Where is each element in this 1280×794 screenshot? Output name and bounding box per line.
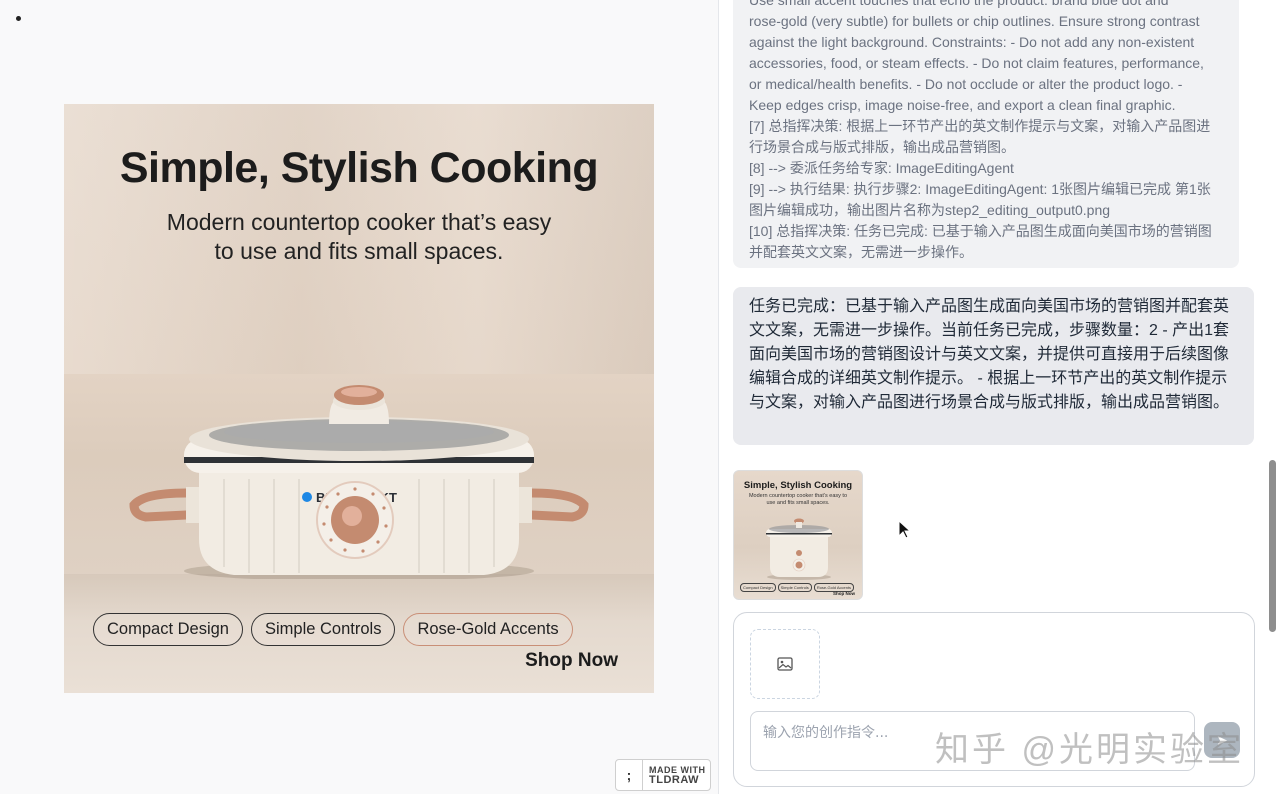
log-line: rose-gold (very subtle) for bullets or c… (749, 13, 1200, 29)
canvas-area[interactable]: Simple, Stylish Cooking Modern counterto… (0, 0, 718, 794)
log-line: [10] 总指挥决策: 任务已完成: 已基于输入产品图生成面向美国市场的营销图 (749, 223, 1212, 239)
result-image-thumbnail[interactable]: Simple, Stylish Cooking Modern counterto… (733, 470, 863, 600)
chat-scrollbar[interactable] (1269, 460, 1276, 632)
thumbnail-title: Simple, Stylish Cooking (743, 480, 853, 491)
log-line: Keep edges crisp, image noise-free, and … (749, 97, 1176, 113)
log-line: [7] 总指挥决策: 根据上一环节产出的英文制作提示与文案，对输入产品图进 (749, 118, 1211, 134)
thumbnail-chip: Compact Design (740, 583, 776, 592)
agent-log-bubble: Use small accent touches that echo the p… (733, 0, 1239, 268)
thumbnail-cooker-icon (766, 518, 832, 580)
image-icon (777, 657, 793, 671)
thumbnail-cta: Shop Now (833, 591, 855, 596)
assistant-message-bubble: 任务已完成：已基于输入产品图生成面向美国市场的营销图并配套英文文案，无需进一步操… (733, 287, 1254, 445)
thumbnail-chip: Simple Controls (777, 583, 812, 592)
poster-subtitle-line2: to use and fits small spaces. (214, 238, 504, 264)
made-with-tldraw-badge[interactable]: ; MADE WITH TLDRAW (615, 759, 711, 791)
log-line: accessories, food, or steam effects. - D… (749, 55, 1204, 71)
chip-compact-design: Compact Design (93, 613, 243, 646)
watermark-text: 知乎 @光明实验室 (935, 731, 1244, 769)
marketing-poster-image[interactable]: Simple, Stylish Cooking Modern counterto… (64, 104, 654, 693)
thumbnail-subtitle: Modern countertop cooker that’s easy to … (748, 493, 848, 506)
bullet-dot (16, 16, 21, 21)
log-line: against the light background. Constraint… (749, 34, 1195, 50)
chip-rose-gold-accents: Rose-Gold Accents (403, 613, 573, 646)
log-line: 并配套英文文案，无需进一步操作。 (749, 244, 973, 260)
shop-now-cta: Shop Now (525, 650, 618, 671)
log-line: 行场景合成与版式排版，输出成品营销图。 (749, 139, 1015, 155)
log-line: [8] --> 委派任务给专家: ImageEditingAgent (749, 160, 1014, 176)
log-line: [9] --> 执行结果: 执行步骤2: ImageEditingAgent: … (749, 181, 1211, 197)
log-line: or medical/health benefits. - Do not occ… (749, 76, 1183, 92)
mouse-cursor-icon (898, 520, 912, 539)
feature-chips: Compact Design Simple Controls Rose-Gold… (93, 613, 573, 646)
timer-dial-illustration (316, 481, 394, 559)
poster-subtitle-line1: Modern countertop cooker that’s easy (166, 209, 552, 235)
chat-panel[interactable]: Use small accent touches that echo the p… (719, 0, 1280, 794)
tldraw-line2: TLDRAW (649, 774, 700, 786)
poster-subtitle: Modern countertop cooker that’s easy to … (124, 208, 594, 266)
image-upload-button[interactable] (750, 629, 820, 699)
agent-log-text: Use small accent touches that echo the p… (749, 0, 1223, 263)
poster-title: Simple, Stylish Cooking (119, 144, 599, 192)
tldraw-logo-icon: ; (616, 760, 643, 790)
chip-simple-controls: Simple Controls (250, 613, 396, 646)
log-line: Use small accent touches that echo the p… (749, 0, 1169, 8)
log-line: 图片编辑成功，输出图片名称为step2_editing_output0.png (749, 202, 1111, 218)
